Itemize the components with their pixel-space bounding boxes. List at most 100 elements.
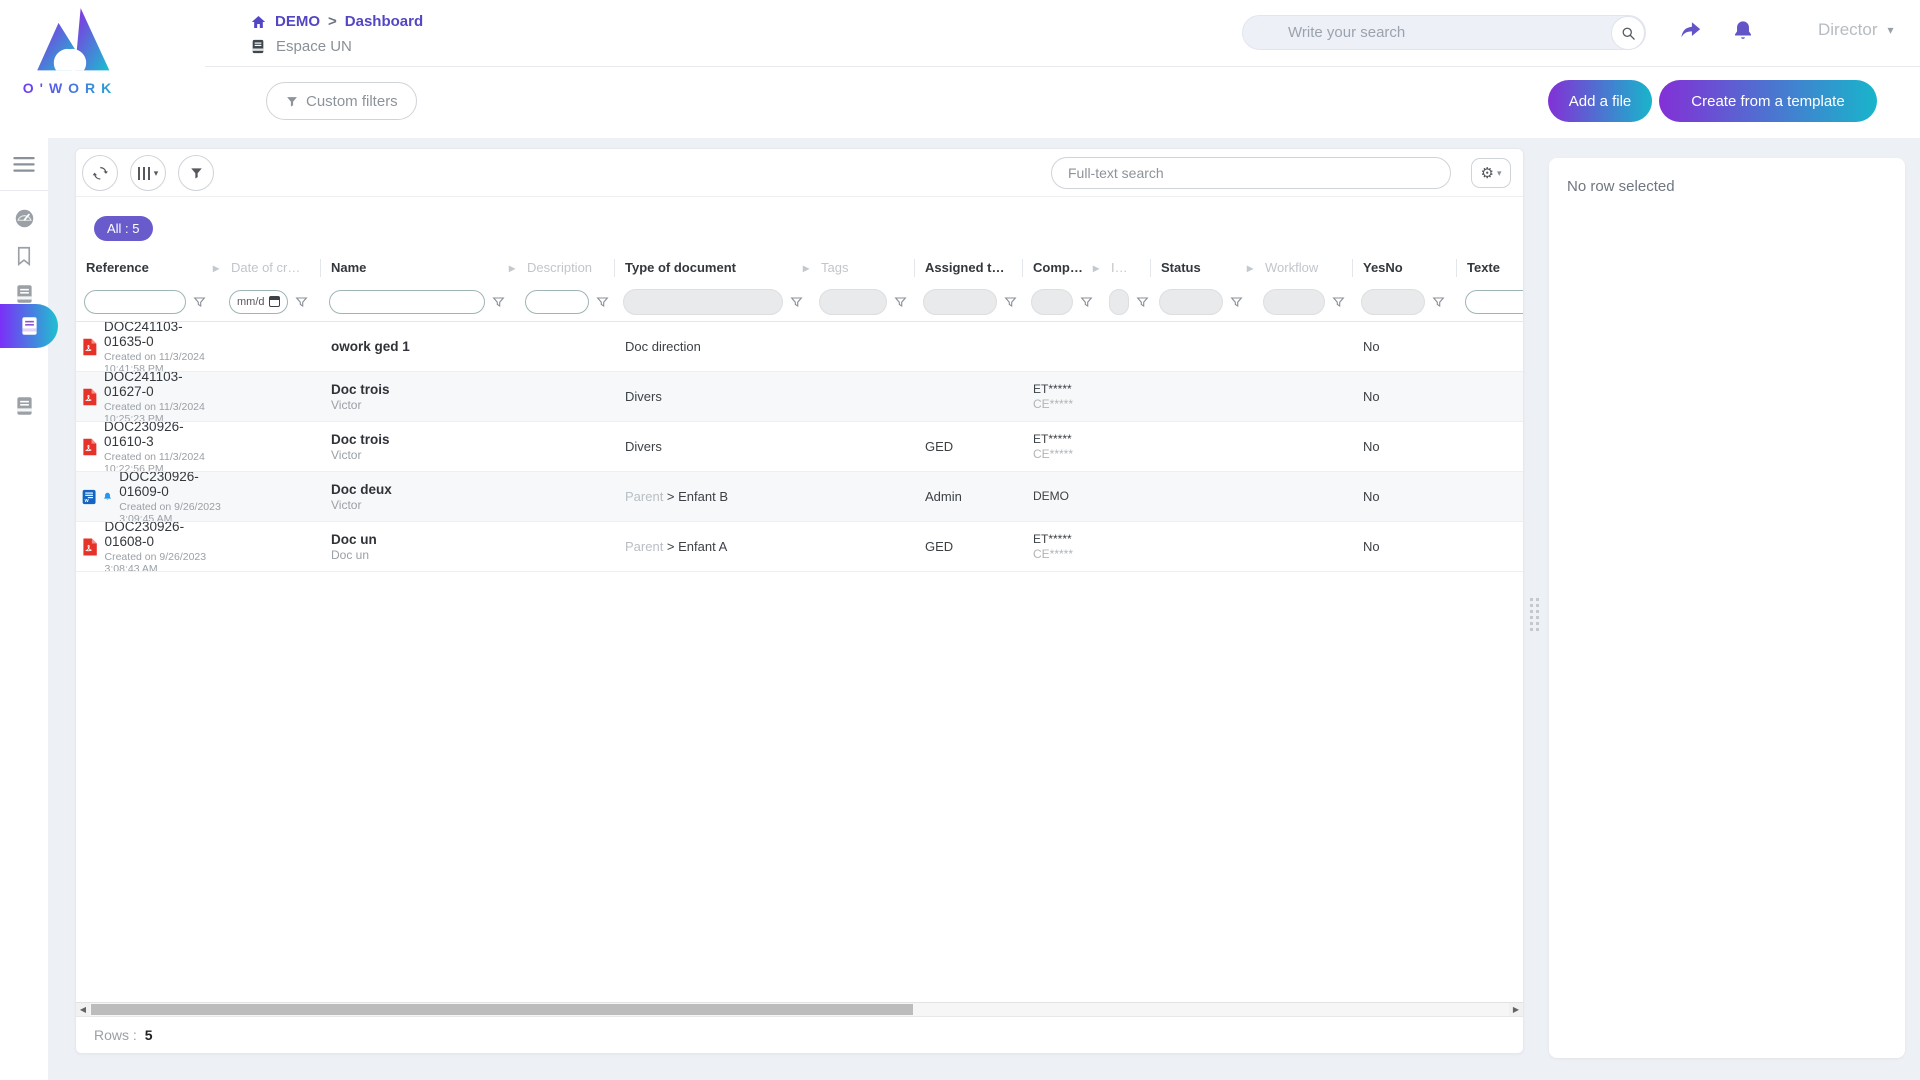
filter-input-name[interactable] [329, 290, 485, 314]
funnel-icon[interactable] [1230, 296, 1243, 308]
sort-arrow-icon[interactable]: ▸ [1247, 259, 1253, 277]
table-row[interactable]: DOC241103-01635-0 Created on 11/3/2024 1… [76, 322, 1523, 372]
column-header-texte[interactable]: Texte [1457, 259, 1524, 277]
column-header-workflow[interactable]: Workflow [1255, 259, 1353, 277]
sidebar-divider [0, 190, 48, 191]
refresh-button[interactable] [82, 155, 118, 191]
doc-created: Created on 9/26/2023 3:09:45 AM [119, 501, 221, 522]
add-file-button[interactable]: Add a file [1548, 80, 1652, 122]
column-header-name[interactable]: Name▸ [321, 259, 517, 277]
filters-button[interactable] [178, 155, 214, 191]
column-header-type[interactable]: Type of document▸ [615, 259, 811, 277]
global-search-input[interactable] [1288, 16, 1598, 49]
breadcrumb: DEMO > Dashboard [250, 13, 423, 30]
doc-name: owork ged 1 [331, 339, 517, 354]
funnel-icon[interactable] [1332, 296, 1345, 308]
logo-mountain-icon [29, 6, 111, 84]
sidebar-item-archives[interactable] [0, 387, 48, 425]
sidebar-menu-toggle[interactable] [0, 146, 48, 184]
funnel-icon[interactable] [492, 296, 505, 308]
table-header-row: Reference▸ Date of cr… Name▸ Description… [76, 254, 1523, 282]
dashboard-gauge-icon [14, 208, 35, 229]
table-row[interactable]: DOC230926-01610-3 Created on 11/3/2024 1… [76, 422, 1523, 472]
filter-disabled-yesno [1361, 289, 1425, 315]
column-header-status[interactable]: Status▸ [1151, 259, 1255, 277]
home-icon [250, 14, 267, 30]
chevron-down-icon: ▾ [1497, 168, 1502, 179]
filter-disabled-assigned [923, 289, 997, 315]
table-filter-row: mm/d [76, 282, 1523, 322]
horizontal-scrollbar[interactable]: ◀ ▶ [76, 1002, 1523, 1016]
doc-yesno: No [1363, 439, 1457, 454]
funnel-icon[interactable] [790, 296, 803, 308]
book-icon [20, 316, 39, 336]
table-footer: Rows : 5 [76, 1016, 1523, 1053]
rows-label: Rows : [94, 1027, 137, 1043]
fulltext-search-input[interactable] [1051, 157, 1451, 189]
filter-date-created[interactable]: mm/d [229, 290, 288, 314]
column-header-i[interactable]: I… [1101, 259, 1151, 277]
filter-input-texte[interactable] [1465, 290, 1524, 314]
funnel-icon[interactable] [596, 296, 609, 308]
sidebar-item-dashboard[interactable] [0, 199, 48, 237]
doc-created: Created on 9/26/2023 3:08:43 AM [105, 551, 221, 572]
doc-yesno: No [1363, 389, 1457, 404]
table-settings-button[interactable]: ⚙ ▾ [1471, 158, 1511, 188]
columns-button[interactable]: ▾ [130, 155, 166, 191]
custom-filters-button[interactable]: Custom filters [266, 82, 417, 120]
notifications-button[interactable] [1730, 17, 1756, 43]
top-bar: O'WORK DEMO > Dashboard Espace UN [0, 0, 1920, 138]
scrollbar-thumb[interactable] [91, 1004, 913, 1015]
create-from-template-button[interactable]: Create from a template [1659, 80, 1877, 122]
sidebar-item-ged-active[interactable] [0, 304, 58, 348]
table-row[interactable]: DOC241103-01627-0 Created on 11/3/2024 1… [76, 372, 1523, 422]
column-header-tags[interactable]: Tags [811, 259, 915, 277]
filter-disabled-tags [819, 289, 887, 315]
filter-input-description[interactable] [525, 290, 589, 314]
share-button[interactable] [1678, 17, 1704, 43]
breadcrumb-root[interactable]: DEMO [275, 13, 320, 30]
sort-arrow-icon[interactable]: ▸ [509, 259, 515, 277]
column-header-date[interactable]: Date of cr… [221, 259, 321, 277]
global-search [1242, 15, 1646, 50]
doc-name-sub: Victor [331, 448, 517, 462]
table-row[interactable]: w DOC230926-01609-0 Created on 9/26/2023… [76, 472, 1523, 522]
column-header-company[interactable]: Comp…▸ [1023, 259, 1101, 277]
sort-arrow-icon[interactable]: ▸ [213, 259, 219, 277]
column-header-description[interactable]: Description [517, 259, 615, 277]
funnel-icon[interactable] [1080, 296, 1093, 308]
scroll-right-arrow-icon[interactable]: ▶ [1509, 1003, 1523, 1016]
column-header-assigned[interactable]: Assigned t… [915, 259, 1023, 277]
funnel-icon[interactable] [1004, 296, 1017, 308]
funnel-icon[interactable] [193, 296, 206, 308]
user-role-dropdown[interactable]: Director ▾ [1818, 20, 1894, 40]
user-role-label: Director [1818, 20, 1878, 40]
column-header-reference[interactable]: Reference▸ [76, 259, 221, 277]
funnel-icon[interactable] [295, 296, 308, 308]
table-empty-area [76, 572, 1523, 1002]
detail-panel: No row selected [1549, 158, 1905, 1058]
filter-input-reference[interactable] [84, 290, 186, 314]
all-count-badge[interactable]: All : 5 [94, 216, 153, 241]
filter-disabled-workflow [1263, 289, 1325, 315]
doc-yesno: No [1363, 339, 1457, 354]
sidebar-item-bookmarks[interactable] [0, 237, 48, 275]
panel-resize-handle[interactable] [1530, 598, 1541, 631]
search-submit-button[interactable] [1611, 16, 1645, 50]
column-header-yesno[interactable]: YesNo [1353, 259, 1457, 277]
funnel-icon[interactable] [1136, 296, 1149, 308]
share-arrow-icon [1679, 19, 1703, 41]
sort-arrow-icon[interactable]: ▸ [803, 259, 809, 277]
hamburger-menu-icon [13, 157, 35, 173]
scroll-left-arrow-icon[interactable]: ◀ [76, 1003, 90, 1016]
doc-yesno: No [1363, 489, 1457, 504]
table-row[interactable]: DOC230926-01608-0 Created on 9/26/2023 3… [76, 522, 1523, 572]
breadcrumb-current[interactable]: Dashboard [345, 13, 423, 30]
funnel-icon[interactable] [1432, 296, 1445, 308]
book-icon [15, 396, 34, 416]
sort-arrow-icon[interactable]: ▸ [1093, 259, 1099, 277]
doc-created: Created on 11/3/2024 10:22:56 PM [104, 451, 221, 472]
funnel-icon[interactable] [894, 296, 907, 308]
doc-type: Doc direction [625, 339, 701, 354]
doc-reference: DOC230926-01608-0 [105, 522, 221, 549]
